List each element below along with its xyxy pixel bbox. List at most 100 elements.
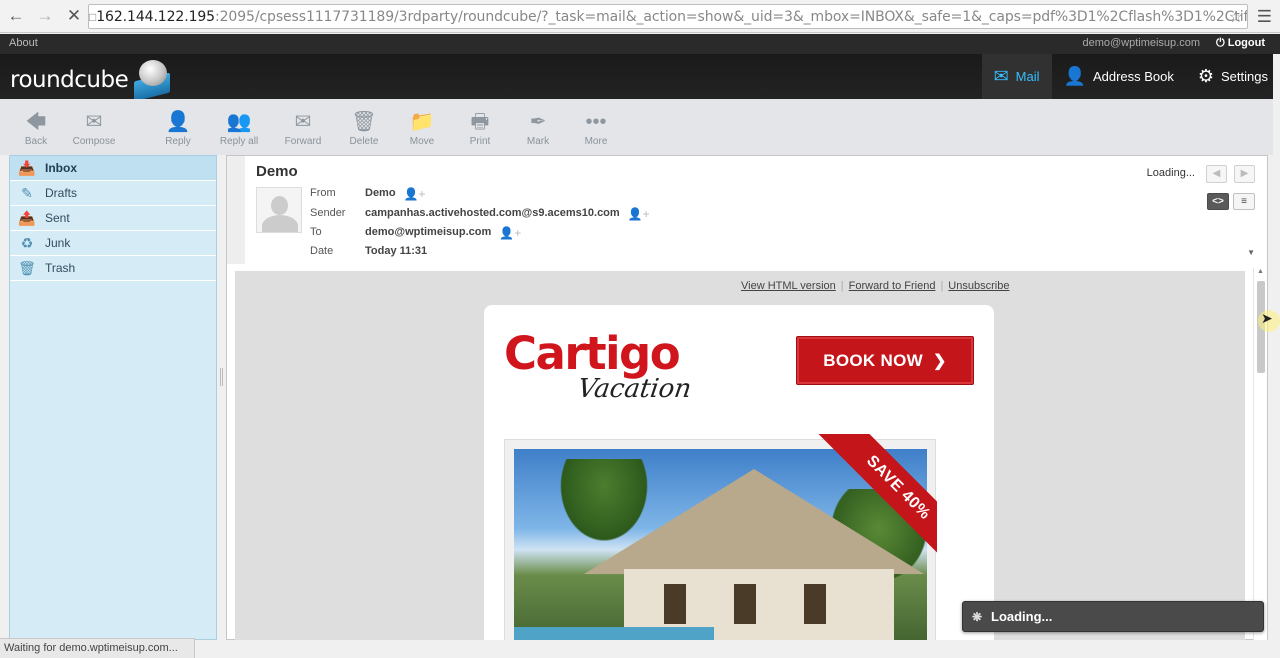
chevron-left-icon: ◀ xyxy=(1212,168,1221,179)
folder-trash[interactable]: 🗑 Trash xyxy=(10,256,216,281)
book-now-button[interactable]: BOOK NOW ❯ xyxy=(796,336,974,385)
expand-headers-icon[interactable]: ▼ xyxy=(1247,248,1255,257)
task-addressbook-label: Address Book xyxy=(1092,69,1174,84)
folder-sent[interactable]: 📤 Sent xyxy=(10,206,216,231)
pen-icon: ✒ xyxy=(529,111,547,133)
reply-icon: 👤 xyxy=(165,111,191,133)
envelope-icon: ✉ xyxy=(993,66,1009,86)
folder-trash-label: Trash xyxy=(45,261,76,275)
browser-menu-icon[interactable]: ☰ xyxy=(1257,7,1272,27)
pane-splitter[interactable] xyxy=(220,368,223,386)
back-button[interactable]: 🡄 Back xyxy=(6,111,66,147)
contact-avatar xyxy=(256,187,302,233)
spinner-icon: ❋ xyxy=(972,610,983,624)
loading-toast: ❋ Loading... xyxy=(962,601,1264,632)
about-link[interactable]: About xyxy=(9,37,38,49)
next-message-button[interactable]: ▶ xyxy=(1234,165,1255,183)
task-menu: ✉ Mail 👤 Address Book ⚙ Settings xyxy=(981,54,1280,99)
forward-button[interactable]: ✉ Forward xyxy=(273,111,333,147)
back-arrow-icon[interactable]: ← xyxy=(3,3,29,29)
folder-junk[interactable]: ♻ Junk xyxy=(10,231,216,256)
reply-all-button[interactable]: 👥 Reply all xyxy=(209,111,269,147)
browser-toolbar: ← → ✕ □ 162.144.122.195:2095/cpsess11177… xyxy=(0,0,1280,33)
scroll-up-icon[interactable]: ▲ xyxy=(1257,268,1264,275)
reply-button[interactable]: 👤 Reply xyxy=(148,111,208,147)
mark-label: Mark xyxy=(526,136,550,147)
more-dots-icon: ••• xyxy=(585,111,607,133)
unsubscribe-link[interactable]: Unsubscribe xyxy=(948,280,1009,292)
username: demo@wptimeisup.com xyxy=(1082,37,1200,49)
header-to: To demo@wptimeisup.com 👤+ xyxy=(310,226,521,240)
reply-label: Reply xyxy=(165,136,191,147)
bookmark-star-icon[interactable]: ☆ xyxy=(1229,7,1243,27)
message-body: View HTML version | Forward to Friend | Unsu… xyxy=(235,271,1245,641)
date-label: Date xyxy=(310,245,334,257)
loading-indicator: Loading... xyxy=(1146,167,1195,179)
delete-button[interactable]: 🗑 Delete xyxy=(334,111,394,147)
stop-loading-icon[interactable]: ✕ xyxy=(61,3,87,29)
add-contact-icon[interactable]: 👤+ xyxy=(499,226,521,240)
logo-cube-icon xyxy=(130,60,174,102)
message-subject: Demo xyxy=(256,163,298,180)
email-card: Cartigo Vacation BOOK NOW ❯ SAVE 40% xyxy=(484,305,994,641)
loading-toast-label: Loading... xyxy=(991,609,1053,624)
task-settings-label: Settings xyxy=(1221,69,1268,84)
app-header: roundcube ✉ Mail 👤 Address Book ⚙ Settings xyxy=(0,54,1280,102)
page-icon: □ xyxy=(89,9,97,24)
forward-friend-link[interactable]: Forward to Friend xyxy=(849,280,936,292)
add-contact-icon[interactable]: 👤+ xyxy=(628,207,650,221)
url-text: 162.144.122.195:2095/cpsess1117731189/3r… xyxy=(96,8,1248,25)
task-mail[interactable]: ✉ Mail xyxy=(981,54,1052,99)
folder-move-icon: 📁 xyxy=(409,111,435,133)
folder-junk-label: Junk xyxy=(45,236,71,250)
sent-icon: 📤 xyxy=(18,209,36,226)
trash-icon: 🗑 xyxy=(18,259,36,276)
book-now-label: BOOK NOW xyxy=(823,350,923,370)
save-ribbon: SAVE 40% xyxy=(813,434,937,558)
prev-message-button[interactable]: ◀ xyxy=(1206,165,1227,183)
forward-arrow-icon[interactable]: → xyxy=(32,3,58,29)
folder-drafts[interactable]: ✎ Drafts xyxy=(10,181,216,206)
forward-icon: ✉ xyxy=(294,111,312,133)
reply-all-label: Reply all xyxy=(219,136,259,147)
html-view-button[interactable]: <> xyxy=(1207,193,1229,210)
mark-button[interactable]: ✒ Mark xyxy=(508,111,568,147)
logo-text: roundcube xyxy=(10,67,129,93)
message-toolbar: 🡄 Back ✉ Compose 👤 Reply 👥 Reply all ✉ Forwar… xyxy=(0,99,1280,155)
delete-label: Delete xyxy=(349,136,379,147)
folder-drafts-label: Drafts xyxy=(45,186,78,200)
print-button[interactable]: 🖶 Print xyxy=(450,111,510,147)
sender-value[interactable]: campanhas.activehosted.com@s9.acems10.co… xyxy=(365,207,620,221)
cartigo-logo: Cartigo Vacation xyxy=(504,331,693,404)
page-scrollbar[interactable] xyxy=(1273,54,1280,658)
from-value[interactable]: Demo xyxy=(365,187,396,201)
printer-icon: 🖶 xyxy=(470,111,490,133)
from-label: From xyxy=(310,187,336,199)
roundcube-logo[interactable]: roundcube xyxy=(10,60,174,102)
folder-sent-label: Sent xyxy=(45,211,70,225)
task-addressbook[interactable]: 👤 Address Book xyxy=(1052,54,1186,99)
header-sender: Sender campanhas.activehosted.com@s9.acem… xyxy=(310,207,650,221)
code-icon: <> xyxy=(1212,196,1224,207)
more-button[interactable]: ••• More xyxy=(566,111,626,147)
vacation-photo-frame: SAVE 40% xyxy=(504,434,937,641)
address-bar[interactable]: □ 162.144.122.195:2095/cpsess1117731189/… xyxy=(88,4,1248,29)
view-html-link[interactable]: View HTML version xyxy=(741,280,836,292)
folder-inbox[interactable]: 📥 Inbox xyxy=(10,156,216,181)
move-button[interactable]: 📁 Move xyxy=(392,111,452,147)
add-contact-icon[interactable]: 👤+ xyxy=(404,187,426,201)
bottom-strip xyxy=(195,640,1280,658)
person-icon: 👤 xyxy=(1063,66,1086,86)
task-settings[interactable]: ⚙ Settings xyxy=(1186,54,1280,99)
browser-status: Waiting for demo.wptimeisup.com... xyxy=(0,638,195,658)
gear-icon: ⚙ xyxy=(1197,66,1215,86)
folder-list: 📥 Inbox ✎ Drafts 📤 Sent ♻ Junk 🗑 Trash xyxy=(9,155,217,640)
plain-view-button[interactable]: ≡ xyxy=(1233,193,1255,210)
compose-button[interactable]: ✉ Compose xyxy=(64,111,124,147)
logout-button[interactable]: ⏻ Logout xyxy=(1216,37,1265,50)
to-value[interactable]: demo@wptimeisup.com xyxy=(365,226,491,240)
reply-all-icon: 👥 xyxy=(226,111,252,133)
logout-label: Logout xyxy=(1227,37,1265,49)
move-label: Move xyxy=(409,136,435,147)
header-date: Date Today 11:31 xyxy=(310,245,427,257)
